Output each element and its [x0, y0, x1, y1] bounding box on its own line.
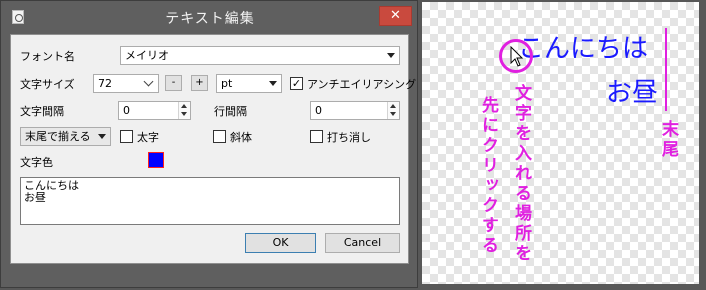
chevron-down-icon	[143, 76, 154, 87]
annotation-click-line-2: 先にクリックする	[478, 96, 498, 256]
spin-up-icon	[181, 104, 187, 108]
font-size-combo[interactable]: 72	[93, 74, 159, 93]
italic-label: 斜体	[230, 131, 252, 144]
font-name-label: フォント名	[20, 50, 75, 63]
size-decrease-button[interactable]: -	[165, 75, 182, 91]
align-value: 末尾で揃える	[25, 130, 91, 143]
cancel-button[interactable]: Cancel	[325, 233, 400, 253]
line-spacing-spinner[interactable]: 0	[310, 101, 400, 120]
transparent-canvas[interactable]: こんにちは お昼 末尾 文字を入れる場所を 先にクリックする	[422, 2, 699, 284]
annotation-click-line-1: 文字を入れる場所を	[511, 84, 531, 264]
antialias-label: アンチエイリアシング	[307, 78, 417, 91]
canvas-text-line-2: お昼	[606, 78, 659, 108]
annotation-end: 末尾	[658, 120, 678, 160]
mouse-cursor-icon	[510, 46, 524, 67]
text-edit-dialog: テキスト編集 ✕ フォント名 メイリオ 文字サイズ 72 - + pt ✓ アン…	[0, 0, 418, 288]
text-color-label: 文字色	[20, 156, 53, 169]
title-bar[interactable]: テキスト編集 ✕	[1, 1, 419, 33]
unit-value: pt	[221, 77, 233, 90]
dropdown-arrow-icon	[269, 81, 277, 86]
antialias-checkbox[interactable]: ✓	[290, 77, 303, 90]
ok-button[interactable]: OK	[245, 233, 316, 253]
spin-down-icon	[181, 112, 187, 116]
char-spacing-spinner[interactable]: 0	[118, 101, 191, 120]
close-button[interactable]: ✕	[379, 6, 412, 26]
canvas-text-line-1: こんにちは	[518, 34, 649, 64]
font-name-select[interactable]: メイリオ	[120, 46, 400, 65]
text-end-marker-line	[665, 28, 667, 111]
strikethrough-checkbox[interactable]	[310, 130, 323, 143]
align-select[interactable]: 末尾で揃える	[20, 127, 111, 146]
spin-down-icon	[390, 112, 396, 116]
dropdown-arrow-icon	[387, 53, 395, 58]
bold-checkbox[interactable]	[120, 130, 133, 143]
italic-checkbox[interactable]	[213, 130, 226, 143]
strikethrough-label: 打ち消し	[327, 131, 371, 144]
bold-label: 太字	[137, 131, 159, 144]
line-spacing-label: 行間隔	[214, 105, 247, 118]
spin-buttons[interactable]	[178, 102, 190, 119]
font-name-value: メイリオ	[125, 49, 169, 62]
spin-buttons[interactable]	[387, 102, 399, 119]
dialog-title: テキスト編集	[165, 11, 255, 27]
unit-select[interactable]: pt	[216, 74, 282, 93]
size-increase-button[interactable]: +	[191, 75, 208, 91]
font-size-value: 72	[98, 77, 112, 90]
char-spacing-value: 0	[123, 104, 130, 117]
dropdown-arrow-icon	[98, 134, 106, 139]
font-size-label: 文字サイズ	[20, 78, 75, 91]
char-spacing-label: 文字間隔	[20, 105, 64, 118]
dialog-client-area: フォント名 メイリオ 文字サイズ 72 - + pt ✓ アンチエイリアシング …	[10, 34, 416, 264]
text-content-field[interactable]: こんにちは お昼	[20, 177, 400, 225]
line-spacing-value: 0	[315, 104, 322, 117]
spin-up-icon	[390, 104, 396, 108]
text-color-swatch[interactable]	[148, 152, 164, 168]
